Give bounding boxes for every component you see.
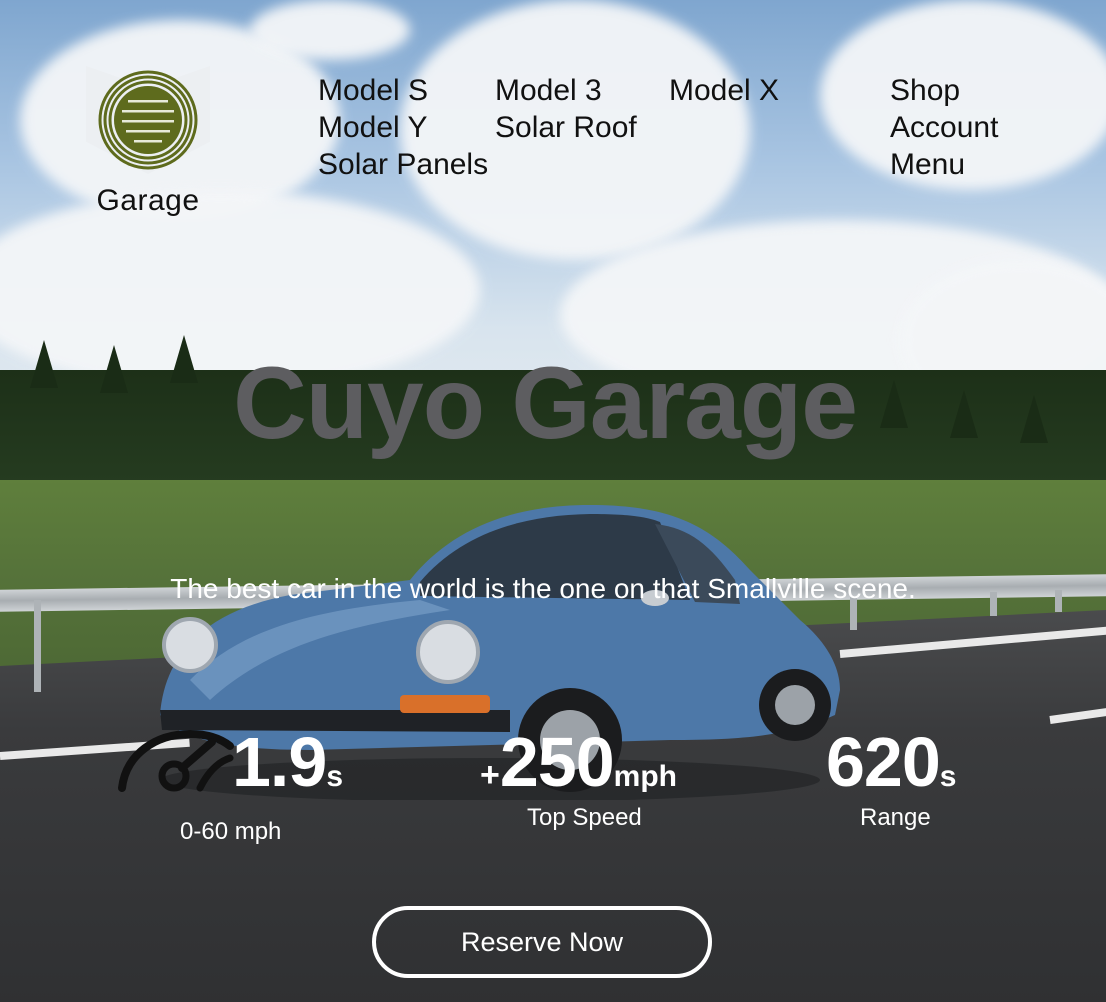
stat-unit: mph xyxy=(613,760,677,793)
stat-range: 620s xyxy=(826,727,956,797)
stat-unit: s xyxy=(326,760,343,793)
nav-shop[interactable]: Shop xyxy=(890,72,960,109)
stat-acceleration: 1.9s xyxy=(232,727,343,797)
stat-label-acceleration: 0-60 mph xyxy=(180,818,282,845)
nav-solar-panels[interactable]: Solar Panels xyxy=(318,146,488,183)
nav-menu[interactable]: Menu xyxy=(890,146,965,183)
nav-solar-roof[interactable]: Solar Roof xyxy=(495,109,637,146)
stat-value: 1.9 xyxy=(232,723,327,801)
brand-logo[interactable]: Garage xyxy=(86,66,210,217)
cloud xyxy=(250,0,410,60)
nav-model-s[interactable]: Model S xyxy=(318,72,428,109)
guard-rail-post xyxy=(34,600,41,692)
hero-tagline: The best car in the world is the one on … xyxy=(170,573,916,604)
nav-model-3[interactable]: Model 3 xyxy=(495,72,602,109)
hero-title: Cuyo Garage xyxy=(233,346,858,460)
stat-value: 250 xyxy=(499,723,615,801)
stat-top-speed: +250mph xyxy=(480,727,677,797)
logo-text: Garage xyxy=(96,184,200,217)
reserve-now-button[interactable]: Reserve Now xyxy=(372,906,712,978)
stat-label-top-speed: Top Speed xyxy=(527,804,642,831)
garage-logo-icon xyxy=(98,70,198,170)
stat-prefix: + xyxy=(480,756,500,794)
speedometer-icon xyxy=(118,729,234,792)
nav-model-x[interactable]: Model X xyxy=(669,72,779,109)
nav-model-y[interactable]: Model Y xyxy=(318,109,428,146)
stat-value: 620 xyxy=(826,723,941,801)
stat-unit: s xyxy=(939,760,957,793)
nav-account[interactable]: Account xyxy=(890,109,998,146)
stat-label-range: Range xyxy=(860,804,931,831)
